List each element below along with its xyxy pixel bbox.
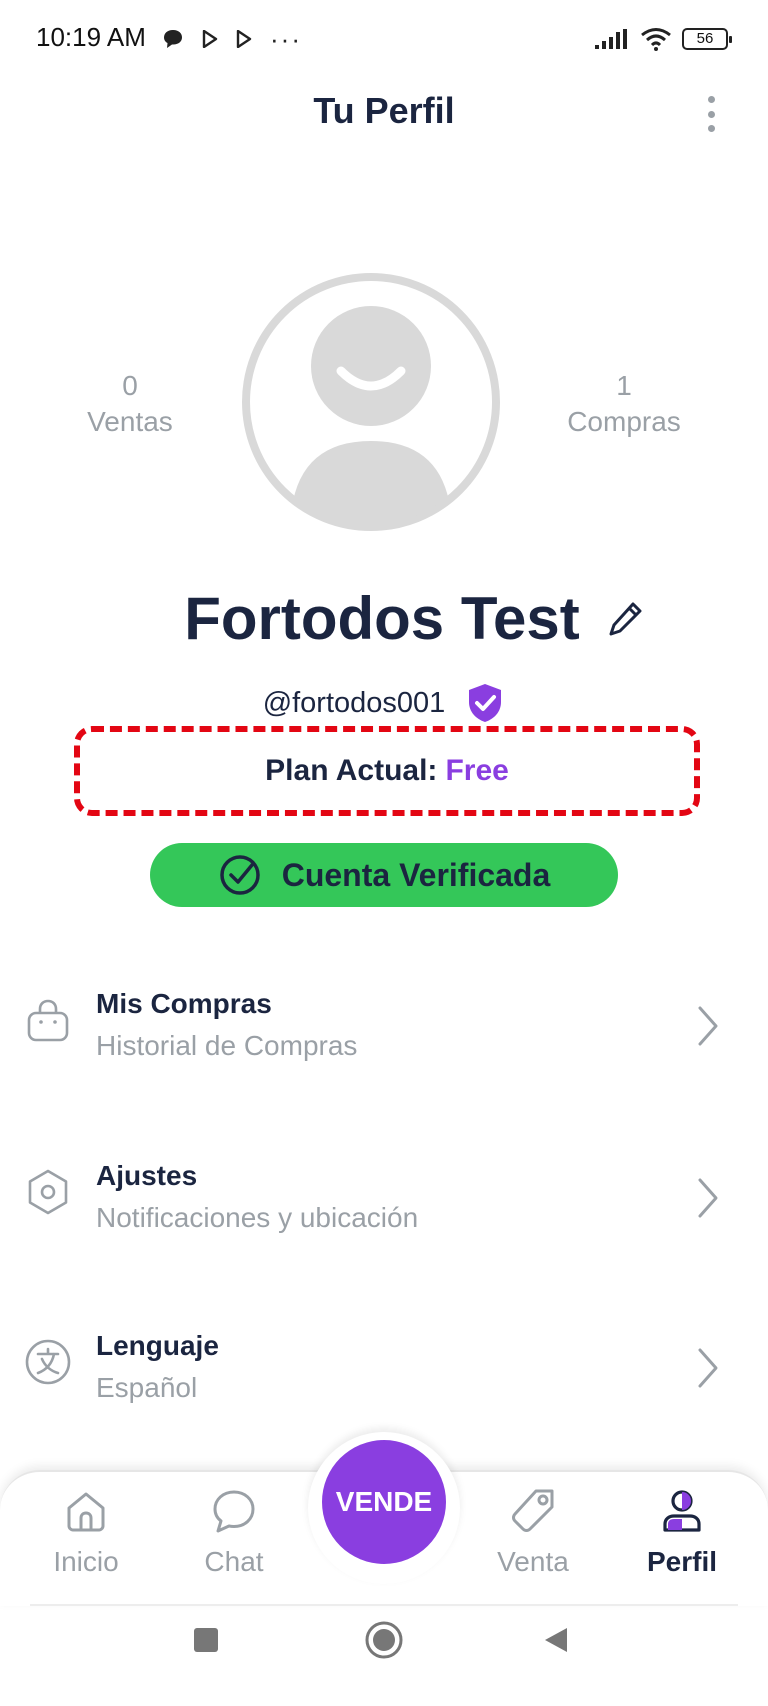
- purchases-label: Compras: [567, 406, 681, 437]
- page-title: Tu Perfil: [313, 90, 455, 131]
- menu-item-mis-compras[interactable]: Mis Compras Historial de Compras: [0, 988, 768, 1098]
- menu-item-title: Ajustes: [96, 1160, 198, 1191]
- verified-account-badge: Cuenta Verificada: [150, 843, 618, 907]
- menu-item-subtitle: Español: [96, 1372, 198, 1403]
- more-options-icon[interactable]: [694, 92, 728, 136]
- signal-icon: [595, 29, 627, 49]
- notification-icons: ···: [162, 24, 302, 54]
- menu-item-subtitle: Historial de Compras: [96, 1030, 358, 1061]
- status-bar: 10:19 AM ··· 56: [0, 0, 768, 76]
- sell-fab-button[interactable]: VENDE: [322, 1440, 446, 1564]
- verified-label: Cuenta Verificada: [281, 856, 551, 893]
- menu-item-subtitle: Notificaciones y ubicación: [96, 1202, 419, 1233]
- nav-item-chat[interactable]: Chat: [174, 1486, 294, 1578]
- verified-badge-icon: [469, 684, 502, 722]
- sales-stat: 0 Ventas: [40, 368, 220, 440]
- avatar[interactable]: [240, 271, 502, 533]
- purchases-stat: 1 Compras: [534, 368, 714, 440]
- nav-item-venta[interactable]: Venta: [473, 1486, 593, 1578]
- recents-square-icon[interactable]: [192, 1626, 220, 1654]
- tag-icon: [512, 1489, 554, 1532]
- chat-icon: [213, 1490, 255, 1533]
- home-icon: [67, 1492, 105, 1532]
- user-name-row: Fortodos Test: [0, 584, 768, 653]
- home-circle-icon[interactable]: [364, 1620, 404, 1660]
- menu-item-ajustes[interactable]: Ajustes Notificaciones y ubicación: [0, 1160, 768, 1270]
- chat-bubble-icon: [164, 30, 182, 48]
- chevron-right-icon: [698, 1348, 718, 1388]
- play-store-icon: [236, 30, 252, 48]
- menu-item-title: Lenguaje: [96, 1330, 219, 1361]
- nav-label: Chat: [204, 1546, 264, 1577]
- play-store-icon: [202, 30, 218, 48]
- menu-item-lenguaje[interactable]: Lenguaje Español: [0, 1330, 768, 1440]
- nav-label: Inicio: [53, 1546, 119, 1577]
- settings-hexagon-icon: [28, 1169, 68, 1215]
- username: @fortodos001: [262, 686, 446, 719]
- plan-value: Free: [445, 754, 509, 787]
- username-row: @fortodos001: [0, 682, 768, 724]
- chevron-right-icon: [698, 1178, 718, 1218]
- divider: [30, 1604, 738, 1606]
- nav-item-perfil[interactable]: Perfil: [622, 1486, 742, 1578]
- nav-item-inicio[interactable]: Inicio: [26, 1486, 146, 1578]
- nav-label: Venta: [497, 1546, 569, 1577]
- sales-count: 0: [122, 370, 138, 401]
- profile-icon: [663, 1490, 701, 1532]
- user-name: Fortodos Test: [184, 585, 580, 652]
- chevron-right-icon: [698, 1006, 718, 1046]
- bottom-navigation: Inicio Chat Venta Perfil VENDE: [0, 1432, 768, 1706]
- current-plan-box: Plan Actual: Free: [74, 726, 700, 816]
- more-dots-icon: ···: [270, 23, 302, 54]
- wifi-icon: [641, 28, 671, 51]
- nav-label: Perfil: [646, 1546, 718, 1577]
- system-navigation: [0, 1620, 768, 1680]
- battery-icon: 56: [682, 28, 732, 50]
- edit-pencil-icon[interactable]: [606, 600, 644, 638]
- menu-item-title: Mis Compras: [96, 988, 272, 1019]
- shopping-bag-icon: [27, 999, 69, 1042]
- plan-label: Plan Actual:: [265, 754, 438, 787]
- language-icon: [25, 1339, 71, 1385]
- back-triangle-icon[interactable]: [542, 1626, 570, 1654]
- sales-label: Ventas: [87, 406, 173, 437]
- purchases-count: 1: [616, 370, 632, 401]
- status-time: 10:19 AM: [36, 22, 146, 52]
- status-right: 56: [594, 24, 732, 54]
- check-circle-icon: [219, 855, 260, 895]
